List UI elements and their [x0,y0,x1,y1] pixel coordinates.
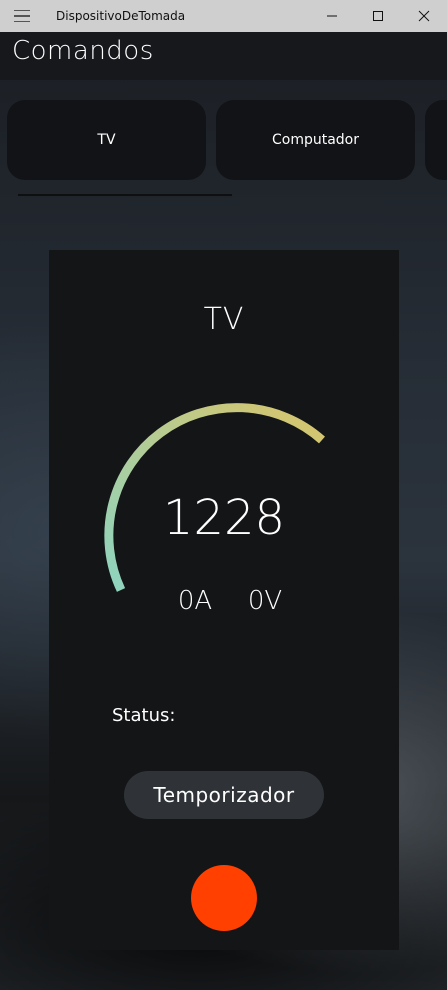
tab-tv-label: TV [97,132,116,148]
tab-computador[interactable]: Computador [216,100,415,180]
voltage-readout: 0V [247,586,283,616]
timer-button-label: Temporizador [153,783,295,807]
timer-button[interactable]: Temporizador [124,771,324,819]
app-title: DispositivoDeTomada [56,9,186,23]
maximize-icon[interactable] [355,0,401,32]
power-toggle-button[interactable] [191,865,257,931]
gauge-reading: 1228 [162,490,286,546]
page-title: Comandos [12,36,154,66]
minimize-icon[interactable] [309,0,355,32]
window-titlebar: DispositivoDeTomada [0,0,447,32]
tab-computador-label: Computador [271,132,359,148]
close-icon[interactable] [401,0,447,32]
device-tabs: TV Computador [0,100,447,180]
status-label-text: Status: [112,705,176,726]
tab-next[interactable] [425,100,447,180]
tab-tv[interactable]: TV [7,100,206,180]
status-label: Status: [112,705,175,726]
device-card: TV 1228 0A 0V Status: Temporizador [49,250,399,950]
current-readout: 0A [177,586,213,616]
window-controls [309,0,447,32]
hamburger-icon[interactable] [0,0,44,32]
tab-selection-indicator [18,194,232,196]
